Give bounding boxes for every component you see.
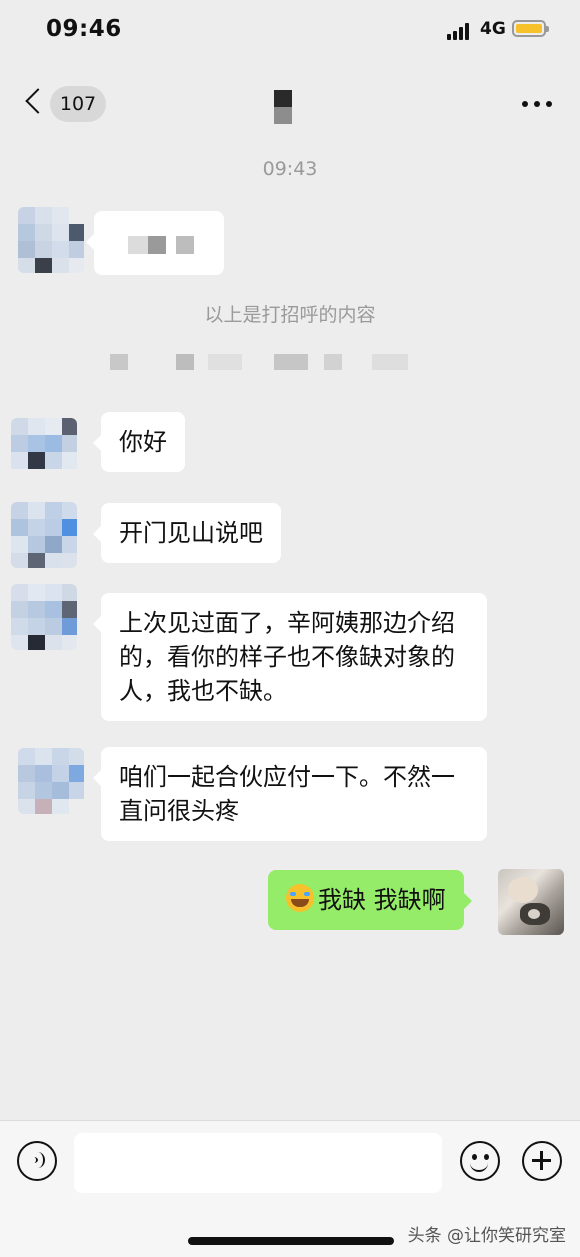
clock-time: 09:46 — [46, 16, 122, 42]
message-timestamp: 09:43 — [262, 158, 318, 180]
watermark: 头条 @让你笑研究室 — [407, 1226, 566, 1246]
avatar[interactable] — [11, 584, 77, 650]
my-avatar[interactable] — [498, 869, 564, 935]
laughing-crying-emoji-icon — [286, 884, 314, 912]
contact-name-pixelated — [274, 90, 292, 124]
message-text: 开门见山说吧 — [119, 519, 263, 547]
message-bubble[interactable]: 上次见过面了，辛阿姨那边介绍的，看你的样子也不像缺对象的人，我也不缺。 — [93, 593, 487, 721]
message-bubble-pixelated[interactable] — [86, 211, 224, 275]
message-text: 上次见过面了，辛阿姨那边介绍的，看你的样子也不像缺对象的人，我也不缺。 — [119, 609, 455, 705]
message-input[interactable] — [74, 1133, 442, 1193]
home-indicator[interactable] — [188, 1237, 394, 1245]
avatar[interactable] — [11, 418, 77, 484]
smiley-icon[interactable] — [460, 1141, 500, 1181]
network-type: 4G — [480, 19, 506, 39]
input-bar: 头条 @让你笑研究室 — [0, 1120, 580, 1257]
voice-icon[interactable] — [17, 1141, 57, 1181]
more-dots-icon[interactable] — [520, 96, 554, 110]
message-bubble[interactable]: 你好 — [93, 412, 185, 472]
message-bubble-sent[interactable]: 我缺 我缺啊 — [268, 870, 472, 930]
status-bar: 09:46 4G — [0, 0, 580, 62]
pixelated-text — [176, 236, 194, 254]
unread-count-badge[interactable]: 107 — [50, 86, 106, 122]
message-bubble[interactable]: 咱们一起合伙应付一下。不然一直问很头疼 — [93, 747, 487, 841]
pixelated-text — [148, 236, 166, 254]
message-text: 咱们一起合伙应付一下。不然一直问很头疼 — [119, 763, 455, 825]
message-bubble[interactable]: 开门见山说吧 — [93, 503, 281, 563]
chevron-left-icon[interactable] — [22, 86, 48, 118]
signal-icon — [447, 22, 473, 40]
system-notice: 以上是打招呼的内容 — [204, 304, 376, 326]
chat-header: 107 — [0, 72, 580, 134]
battery-icon — [512, 20, 549, 37]
message-text: 我缺 我缺啊 — [318, 886, 446, 914]
avatar[interactable] — [11, 502, 77, 568]
message-text: 你好 — [119, 428, 167, 456]
pixelated-system-text — [100, 352, 460, 374]
avatar[interactable] — [18, 748, 84, 814]
pixelated-text — [128, 236, 148, 254]
avatar[interactable] — [18, 207, 84, 273]
plus-circle-icon[interactable] — [522, 1141, 562, 1181]
